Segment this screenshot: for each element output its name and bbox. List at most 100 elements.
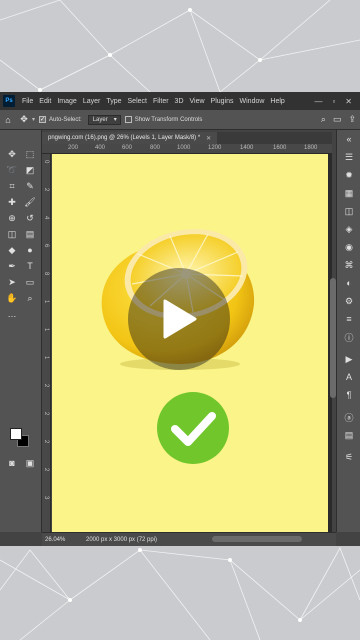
eyedropper-icon[interactable]: ✎ bbox=[23, 179, 37, 193]
hand-tool-icon[interactable]: ✋ bbox=[5, 291, 19, 305]
marquee-tool-icon[interactable]: ⬚ bbox=[23, 147, 37, 161]
menu-file[interactable]: File bbox=[19, 98, 36, 105]
type-tool-icon[interactable]: T bbox=[23, 259, 37, 273]
close-icon[interactable]: ✕ bbox=[345, 97, 352, 106]
menu-filter[interactable]: Filter bbox=[150, 98, 172, 105]
swatches-panel-icon[interactable]: ▦ bbox=[342, 186, 356, 200]
auto-select-target-dropdown[interactable]: Layer bbox=[87, 114, 121, 125]
libraries-panel-icon[interactable]: ◫ bbox=[342, 204, 356, 218]
menu-help[interactable]: Help bbox=[267, 98, 287, 105]
properties-panel-icon[interactable]: ⚙ bbox=[342, 294, 356, 308]
ruler-h-label: 1000 bbox=[177, 145, 191, 151]
play-button[interactable] bbox=[128, 268, 230, 370]
paths-panel-icon[interactable]: ⌘ bbox=[342, 258, 356, 272]
object-select-icon[interactable]: ◩ bbox=[23, 163, 37, 177]
auto-select-label: Auto-Select: bbox=[49, 116, 82, 123]
menu-view[interactable]: View bbox=[187, 98, 208, 105]
ruler-v-label: 1 bbox=[43, 328, 49, 332]
crop-tool-icon[interactable]: ⌗ bbox=[5, 179, 19, 193]
ruler-v-label: 0 bbox=[43, 160, 49, 164]
quick-mask-icon[interactable]: ◙ bbox=[5, 456, 19, 470]
photoshop-logo-icon: Ps bbox=[3, 95, 15, 107]
history-panel-icon[interactable]: ☰ bbox=[342, 150, 356, 164]
healing-brush-icon[interactable]: ✚ bbox=[5, 195, 19, 209]
color-panel-icon[interactable]: ✹ bbox=[342, 168, 356, 182]
minimize-icon[interactable]: — bbox=[314, 97, 322, 106]
navigator-panel-icon[interactable]: ▤ bbox=[342, 428, 356, 442]
ruler-v-label: 2 bbox=[43, 412, 49, 416]
paragraph-panel-icon[interactable]: ¶ bbox=[342, 388, 356, 402]
ruler-h-label: 600 bbox=[122, 145, 133, 151]
ruler-v-label: 1 bbox=[43, 300, 49, 304]
ruler-v-label: 2 bbox=[43, 188, 49, 192]
ruler-h-label: 1200 bbox=[208, 145, 222, 151]
close-tab-icon[interactable]: ✕ bbox=[206, 135, 211, 142]
search-icon[interactable]: ⌕ bbox=[321, 114, 326, 125]
brush-tool-icon[interactable]: 🖌 bbox=[23, 195, 37, 209]
check-mark-icon bbox=[157, 392, 229, 464]
document-info: 2000 px x 3000 px (72 ppi) bbox=[86, 536, 158, 543]
menu-window[interactable]: Window bbox=[237, 98, 268, 105]
layers-panel-icon[interactable]: ◈ bbox=[342, 222, 356, 236]
ruler-v-label: 8 bbox=[43, 272, 49, 276]
brush-settings-icon[interactable]: ⚟ bbox=[342, 450, 356, 464]
window-controls: — ▫ ✕ bbox=[314, 97, 360, 106]
panels-dock: « ☰ ✹ ▦ ◫ ◈ ◉ ⌘ ◐ ⚙ ≡ ⓘ ▶ A ¶ ⓐ ▤ ⚟ bbox=[336, 130, 360, 532]
dodge-icon[interactable]: ● bbox=[23, 243, 37, 257]
ruler-h-label: 1800 bbox=[304, 145, 318, 151]
tools-panel: ✥ ⬚ ➰ ◩ ⌗ ✎ ✚ 🖌 ⊕ ↺ ◫ ▤ ◆ ● ✒ T ➤ ▭ ✋ ⌕ … bbox=[0, 130, 42, 532]
ruler-v-label: 3 bbox=[43, 496, 49, 500]
horizontal-scrollbar-thumb[interactable] bbox=[212, 536, 302, 542]
move-tool-preset-icon[interactable]: ✥ bbox=[16, 114, 32, 125]
ruler-h-label: 1400 bbox=[240, 145, 254, 151]
menu-type[interactable]: Type bbox=[103, 98, 124, 105]
zoom-tool-icon[interactable]: ⌕ bbox=[23, 291, 37, 305]
edit-toolbar-icon[interactable]: … bbox=[5, 307, 19, 321]
chevron-down-icon[interactable]: ▾ bbox=[32, 116, 35, 123]
home-icon[interactable]: ⌂ bbox=[0, 115, 16, 125]
canvas-area[interactable] bbox=[52, 154, 332, 532]
move-tool-icon[interactable]: ✥ bbox=[5, 147, 19, 161]
screen-mode-icon[interactable]: ▣ bbox=[23, 456, 37, 470]
glyphs-panel-icon[interactable]: ⓐ bbox=[342, 410, 356, 424]
ruler-v-label: 4 bbox=[43, 216, 49, 220]
play-icon bbox=[163, 299, 197, 339]
channels-panel-icon[interactable]: ◉ bbox=[342, 240, 356, 254]
vertical-ruler: 0 2 4 6 8 1 1 1 2 2 2 2 3 bbox=[42, 154, 51, 532]
history-brush-icon[interactable]: ↺ bbox=[23, 211, 37, 225]
share-icon[interactable]: ⇪ bbox=[348, 114, 356, 125]
ruler-h-label: 400 bbox=[95, 145, 106, 151]
document-tab[interactable]: pngwing.com (16).png @ 26% (Levels 1, La… bbox=[42, 132, 218, 144]
shape-tool-icon[interactable]: ▭ bbox=[23, 275, 37, 289]
menu-edit[interactable]: Edit bbox=[36, 98, 54, 105]
photoshop-window: Ps File Edit Image Layer Type Select Fil… bbox=[0, 92, 360, 546]
character-panel-icon[interactable]: A bbox=[342, 370, 356, 384]
blur-icon[interactable]: ◆ bbox=[5, 243, 19, 257]
menu-layer[interactable]: Layer bbox=[80, 98, 104, 105]
lasso-tool-icon[interactable]: ➰ bbox=[5, 163, 19, 177]
adjustments-panel-icon[interactable]: ◐ bbox=[342, 276, 356, 290]
eraser-icon[interactable]: ◫ bbox=[5, 227, 19, 241]
zoom-level[interactable]: 26.04% bbox=[42, 537, 82, 543]
menu-plugins[interactable]: Plugins bbox=[208, 98, 237, 105]
document-canvas[interactable] bbox=[52, 154, 328, 532]
sliders-panel-icon[interactable]: ≡ bbox=[342, 312, 356, 326]
show-transform-checkbox[interactable] bbox=[124, 116, 132, 123]
path-select-icon[interactable]: ➤ bbox=[5, 275, 19, 289]
foreground-color-swatch[interactable] bbox=[10, 428, 22, 440]
ruler-h-label: 1600 bbox=[273, 145, 287, 151]
menu-image[interactable]: Image bbox=[54, 98, 79, 105]
ruler-v-label: 2 bbox=[43, 384, 49, 388]
info-panel-icon[interactable]: ⓘ bbox=[342, 330, 356, 344]
collapse-panels-icon[interactable]: « bbox=[342, 132, 356, 146]
document-tab-bar: pngwing.com (16).png @ 26% (Levels 1, La… bbox=[42, 132, 332, 144]
auto-select-checkbox[interactable]: ✓ bbox=[39, 116, 47, 123]
gradient-icon[interactable]: ▤ bbox=[23, 227, 37, 241]
pen-tool-icon[interactable]: ✒ bbox=[5, 259, 19, 273]
menu-3d[interactable]: 3D bbox=[172, 98, 187, 105]
workspace-icon[interactable]: ▭ bbox=[333, 114, 342, 125]
menu-select[interactable]: Select bbox=[125, 98, 150, 105]
maximize-icon[interactable]: ▫ bbox=[332, 97, 335, 106]
actions-panel-icon[interactable]: ▶ bbox=[342, 352, 356, 366]
clone-stamp-icon[interactable]: ⊕ bbox=[5, 211, 19, 225]
